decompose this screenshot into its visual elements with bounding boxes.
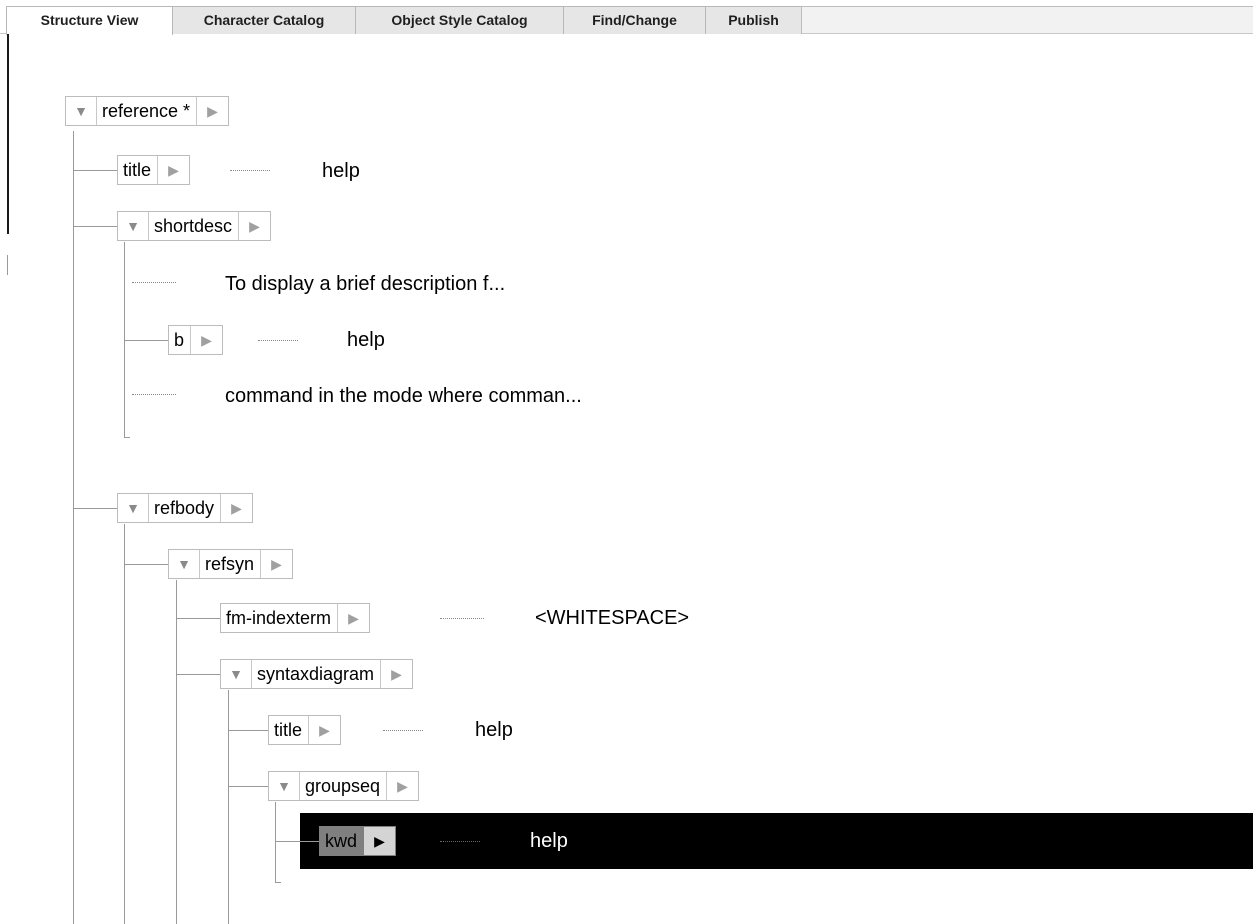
element-label: b (174, 329, 185, 350)
element-fm-indexterm[interactable]: fm-indexterm ▶ (220, 603, 371, 633)
element-text[interactable]: command in the mode where comman... (225, 384, 582, 408)
element-shortdesc[interactable]: ▼ shortdesc ▶ (117, 211, 272, 241)
element-title[interactable]: title ▶ (268, 715, 342, 745)
tab-bar-filler (801, 6, 1253, 33)
element-text[interactable]: <WHITESPACE> (535, 606, 689, 630)
tab-structure-view[interactable]: Structure View (6, 6, 173, 35)
element-title[interactable]: title ▶ (117, 155, 191, 185)
tab-object-style-catalog[interactable]: Object Style Catalog (355, 6, 564, 34)
element-syntaxdiagram[interactable]: ▼ syntaxdiagram ▶ (220, 659, 414, 689)
tree-line-end (275, 882, 281, 883)
text-leader (132, 282, 176, 283)
element-text[interactable]: help (322, 159, 360, 183)
tree-branch (176, 674, 220, 675)
expand-icon[interactable]: ▶ (190, 326, 222, 354)
window-edge-marker (7, 255, 8, 275)
expand-icon[interactable]: ▶ (220, 494, 252, 522)
tree-line-end (124, 437, 130, 438)
expand-icon[interactable]: ▶ (157, 156, 189, 184)
element-label: refsyn (205, 553, 255, 574)
text-leader (383, 730, 423, 731)
element-label: syntaxdiagram (257, 663, 375, 684)
text-leader (132, 394, 176, 395)
element-b[interactable]: b ▶ (168, 325, 224, 355)
tree-branch (176, 618, 220, 619)
element-label: refbody (154, 497, 215, 518)
element-label: groupseq (305, 775, 381, 796)
element-label: shortdesc (154, 215, 233, 236)
element-text[interactable]: help (475, 718, 513, 742)
tab-character-catalog[interactable]: Character Catalog (172, 6, 356, 34)
tree-line-refsyn (176, 580, 177, 924)
text-leader (258, 340, 298, 341)
tree-branch (228, 786, 268, 787)
window-edge (7, 34, 9, 234)
collapse-icon[interactable]: ▼ (269, 772, 300, 800)
element-text[interactable]: help (530, 829, 568, 853)
element-label: fm-indexterm (226, 607, 332, 628)
collapse-icon[interactable]: ▼ (221, 660, 252, 688)
element-reference[interactable]: ▼ reference * ▶ (65, 96, 230, 126)
element-label: title (274, 719, 303, 740)
element-text[interactable]: To display a brief description f... (225, 272, 505, 296)
expand-icon[interactable]: ▶ (260, 550, 292, 578)
expand-icon[interactable]: ▶ (386, 772, 418, 800)
element-refsyn[interactable]: ▼ refsyn ▶ (168, 549, 294, 579)
tree-line-reference (73, 131, 74, 924)
text-leader (230, 170, 270, 171)
tab-bar: Structure View Character Catalog Object … (0, 0, 1253, 35)
tab-publish[interactable]: Publish (705, 6, 802, 34)
tree-line-syntaxdiagram (228, 690, 229, 924)
text-leader (440, 841, 480, 842)
element-kwd[interactable]: kwd ▶ (319, 826, 397, 856)
element-label: kwd (325, 830, 358, 851)
collapse-icon[interactable]: ▼ (118, 212, 149, 240)
tree-branch (73, 170, 117, 171)
expand-icon[interactable]: ▶ (196, 97, 228, 125)
element-label: title (123, 159, 152, 180)
text-leader (440, 618, 484, 619)
element-label: reference * (102, 100, 191, 121)
element-text[interactable]: help (347, 328, 385, 352)
tree-line-groupseq (275, 802, 276, 882)
expand-icon[interactable]: ▶ (363, 827, 396, 855)
expand-icon[interactable]: ▶ (337, 604, 369, 632)
expand-icon[interactable]: ▶ (308, 716, 340, 744)
expand-icon[interactable]: ▶ (238, 212, 270, 240)
tree-branch (73, 508, 117, 509)
tab-find-change[interactable]: Find/Change (563, 6, 706, 34)
tree-branch (275, 841, 319, 842)
element-groupseq[interactable]: ▼ groupseq ▶ (268, 771, 420, 801)
collapse-icon[interactable]: ▼ (169, 550, 200, 578)
collapse-icon[interactable]: ▼ (66, 97, 97, 125)
tree-branch (124, 564, 168, 565)
collapse-icon[interactable]: ▼ (118, 494, 149, 522)
tree-branch (73, 226, 117, 227)
tree-branch (124, 340, 168, 341)
expand-icon[interactable]: ▶ (380, 660, 412, 688)
tree-branch (228, 730, 268, 731)
element-refbody[interactable]: ▼ refbody ▶ (117, 493, 254, 523)
tree-line-refbody (124, 524, 125, 924)
